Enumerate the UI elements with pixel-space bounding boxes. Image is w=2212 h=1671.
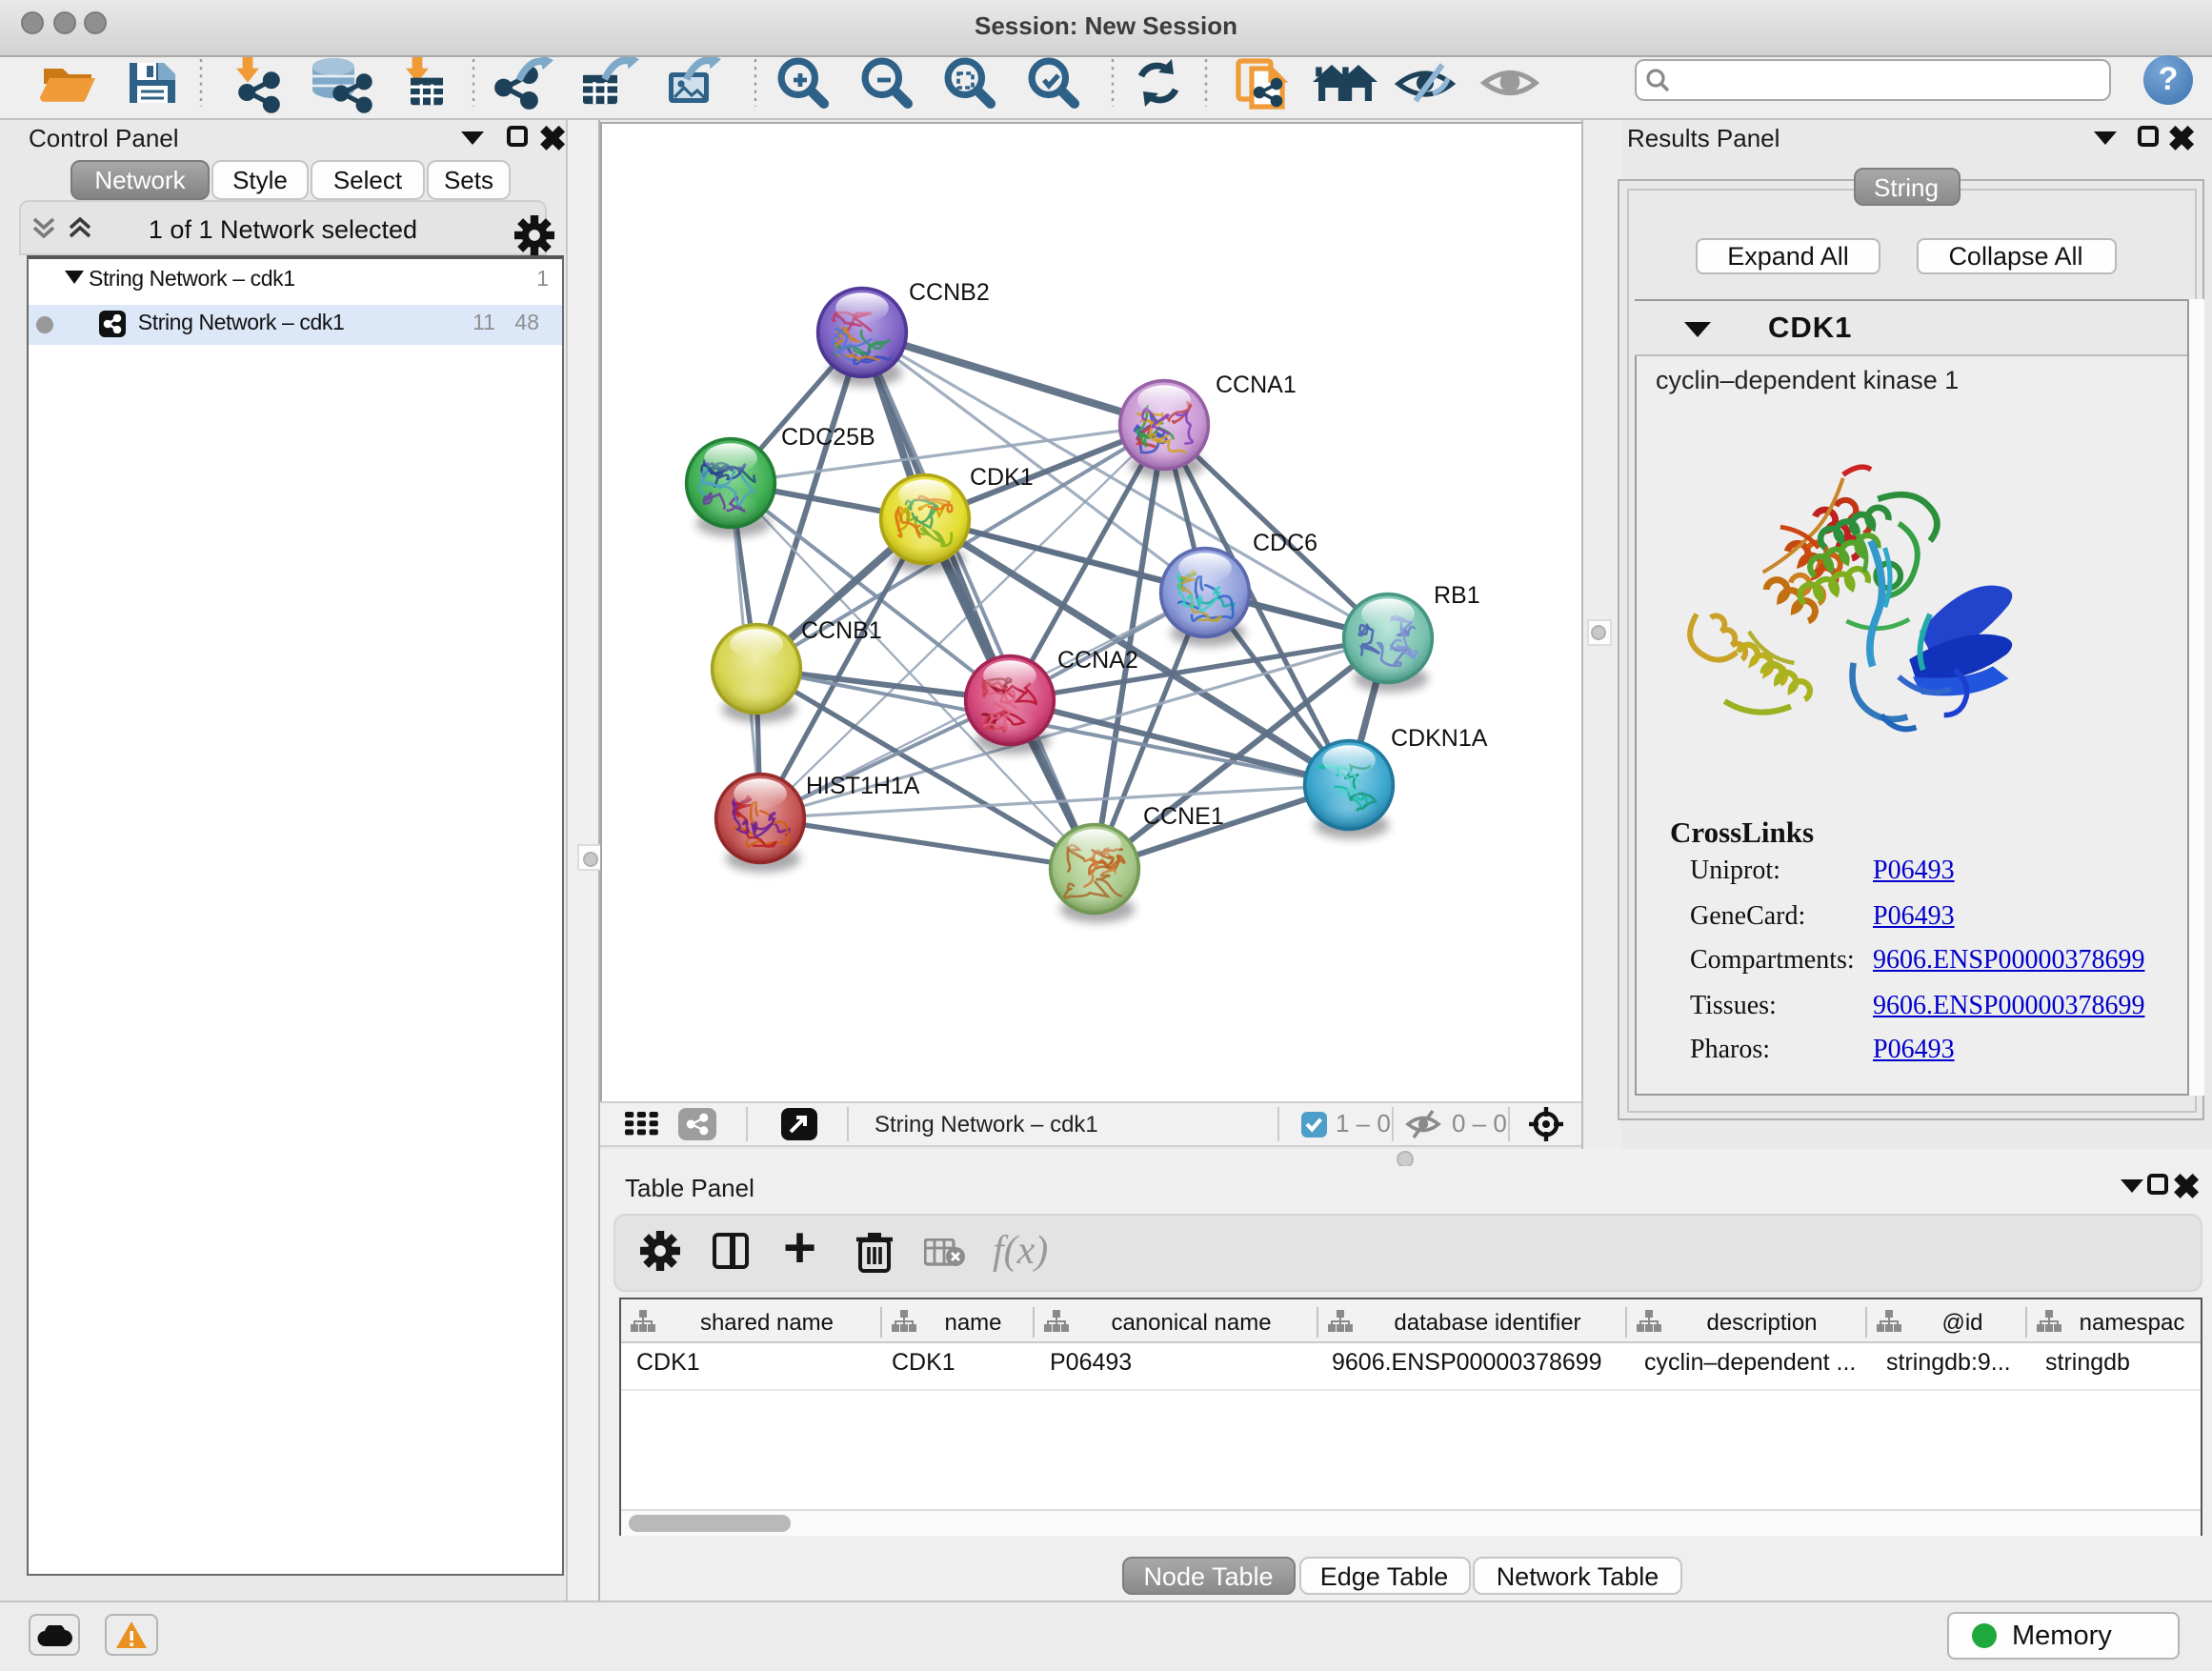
svg-text:String Network – cdk1: String Network – cdk1 <box>875 1111 1098 1137</box>
svg-text:CDC6: CDC6 <box>1252 529 1317 555</box>
svg-text:0 – 0: 0 – 0 <box>1452 1108 1507 1137</box>
svg-text:CCNA2: CCNA2 <box>1056 646 1137 673</box>
svg-text:CCNB2: CCNB2 <box>908 278 989 305</box>
svg-text:CCNB1: CCNB1 <box>800 616 881 643</box>
svg-text:HIST1H1A: HIST1H1A <box>805 772 919 798</box>
svg-text:CDKN1A: CDKN1A <box>1390 724 1487 751</box>
svg-text:CDK1: CDK1 <box>969 463 1033 490</box>
svg-text:CCNE1: CCNE1 <box>1142 802 1223 829</box>
svg-text:1 – 0: 1 – 0 <box>1336 1108 1391 1137</box>
svg-text:CDC25B: CDC25B <box>780 423 875 450</box>
svg-text:RB1: RB1 <box>1433 581 1479 608</box>
svg-text:CCNA1: CCNA1 <box>1215 371 1296 397</box>
